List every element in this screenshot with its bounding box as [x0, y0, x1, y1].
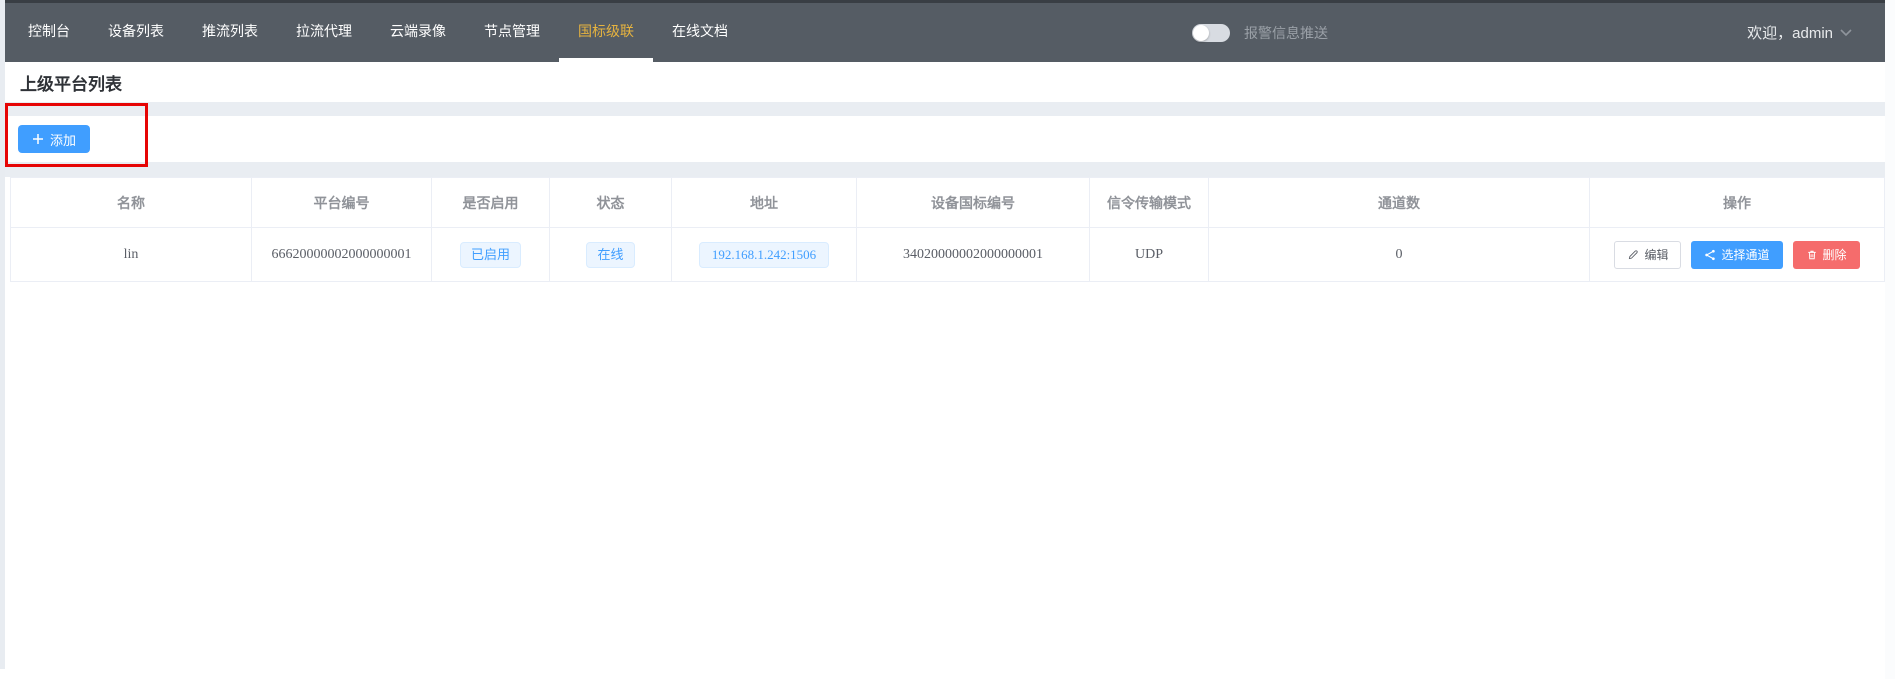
- nav-tab-online-docs[interactable]: 在线文档: [653, 3, 747, 62]
- table-row: lin 66620000002000000001 已启用 在线 192.168.…: [11, 228, 1885, 282]
- alarm-push-toggle[interactable]: [1192, 24, 1230, 42]
- nav-tab-pull-proxy[interactable]: 拉流代理: [277, 3, 371, 62]
- nav-tab-device-list[interactable]: 设备列表: [89, 3, 183, 62]
- chevron-down-icon: [1840, 29, 1852, 37]
- page-left-gutter: [0, 0, 5, 669]
- nav-tab-label: 设备列表: [108, 21, 164, 41]
- nav-tab-label: 控制台: [28, 21, 70, 41]
- table-header-actions: 操作: [1590, 178, 1885, 228]
- nav-tab-label: 节点管理: [484, 21, 540, 41]
- plus-icon: [32, 133, 44, 145]
- table-header-row: 名称 平台编号 是否启用 状态 地址 设备国标编号 信令传输模式 通道数 操作: [11, 178, 1885, 228]
- add-button-label: 添加: [50, 130, 76, 149]
- select-channel-button-label: 选择通道: [1721, 246, 1769, 263]
- share-icon: [1704, 249, 1716, 261]
- delete-button[interactable]: 删除: [1793, 241, 1860, 269]
- trash-icon: [1806, 249, 1818, 261]
- edit-button[interactable]: 编辑: [1614, 241, 1681, 269]
- table-header-channel-count: 通道数: [1209, 178, 1590, 228]
- nav-tab-label: 推流列表: [202, 21, 258, 41]
- cell-name: lin: [11, 228, 252, 282]
- top-navbar: 控制台 设备列表 推流列表 拉流代理 云端录像 节点管理 国标级联 在线文档 报…: [0, 0, 1885, 62]
- user-menu[interactable]: 欢迎，admin: [1747, 3, 1852, 62]
- nav-tab-label: 云端录像: [390, 21, 446, 41]
- cell-transport: UDP: [1090, 228, 1209, 282]
- alarm-push-group: 报警信息推送: [1192, 3, 1328, 62]
- welcome-text: 欢迎，admin: [1747, 22, 1833, 43]
- add-button[interactable]: 添加: [18, 125, 90, 153]
- page-title: 上级平台列表: [20, 70, 122, 95]
- nav-tab-push-list[interactable]: 推流列表: [183, 3, 277, 62]
- nav-tab-cloud-record[interactable]: 云端录像: [371, 3, 465, 62]
- table-header-name: 名称: [11, 178, 252, 228]
- cell-platform-id: 66620000002000000001: [252, 228, 432, 282]
- cell-enabled: 已启用: [432, 228, 550, 282]
- alarm-push-label: 报警信息推送: [1244, 23, 1328, 43]
- nav-tab-label: 拉流代理: [296, 21, 352, 41]
- nav-tab-console[interactable]: 控制台: [9, 3, 89, 62]
- cell-actions: 编辑 选择通道 删除: [1590, 228, 1885, 282]
- cell-status: 在线: [550, 228, 672, 282]
- nav-tab-gb-cascade[interactable]: 国标级联: [559, 3, 653, 62]
- table-header-address: 地址: [672, 178, 857, 228]
- toggle-knob: [1193, 25, 1209, 41]
- nav-tabs: 控制台 设备列表 推流列表 拉流代理 云端录像 节点管理 国标级联 在线文档: [9, 3, 747, 62]
- enabled-badge: 已启用: [460, 242, 521, 268]
- separator-band: [0, 162, 1885, 177]
- platform-table: 名称 平台编号 是否启用 状态 地址 设备国标编号 信令传输模式 通道数 操作 …: [10, 177, 1885, 282]
- cell-address: 192.168.1.242:1506: [672, 228, 857, 282]
- cell-channel-count: 0: [1209, 228, 1590, 282]
- nav-tab-node-manage[interactable]: 节点管理: [465, 3, 559, 62]
- edit-pen-icon: [1627, 249, 1639, 261]
- table-header-device-gb-id: 设备国标编号: [857, 178, 1090, 228]
- status-badge: 在线: [586, 242, 634, 268]
- vertical-scrollbar[interactable]: [1885, 0, 1895, 679]
- select-channel-button[interactable]: 选择通道: [1691, 241, 1782, 269]
- table-header-enabled: 是否启用: [432, 178, 550, 228]
- cell-device-gb-id: 34020000002000000001: [857, 228, 1090, 282]
- nav-tab-label: 国标级联: [578, 21, 634, 41]
- table-header-transport: 信令传输模式: [1090, 178, 1209, 228]
- table-header-status: 状态: [550, 178, 672, 228]
- platform-table-container: 名称 平台编号 是否启用 状态 地址 设备国标编号 信令传输模式 通道数 操作 …: [10, 177, 1884, 282]
- address-badge: 192.168.1.242:1506: [699, 242, 829, 268]
- edit-button-label: 编辑: [1644, 246, 1668, 263]
- page-title-bar: 上级平台列表: [0, 62, 1885, 102]
- table-header-platform-id: 平台编号: [252, 178, 432, 228]
- separator-band: [0, 102, 1885, 116]
- nav-tab-label: 在线文档: [672, 21, 728, 41]
- delete-button-label: 删除: [1823, 246, 1847, 263]
